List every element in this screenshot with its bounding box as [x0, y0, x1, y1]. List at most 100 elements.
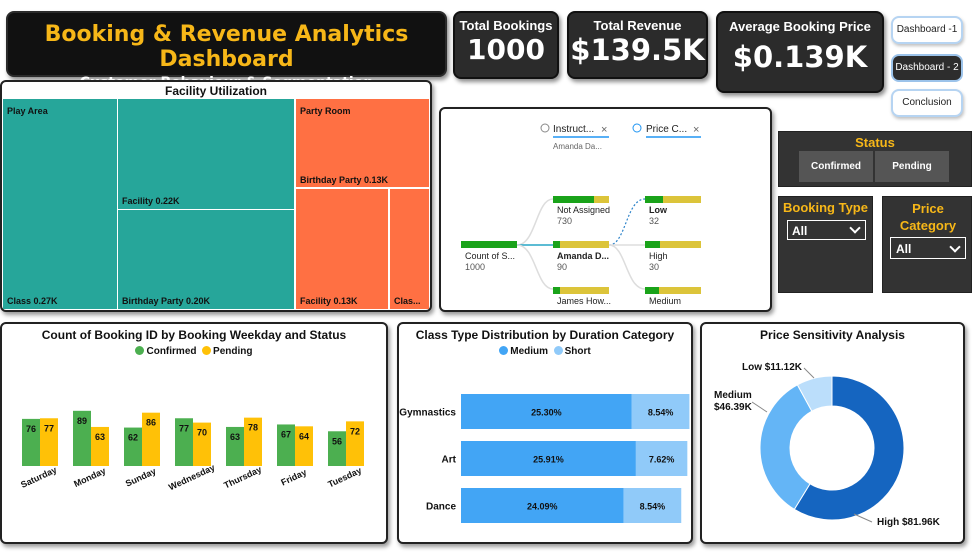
booking-type-dropdown[interactable]: All: [787, 220, 866, 240]
treemap-cell-party-room-class[interactable]: Clas...: [390, 189, 429, 309]
status-option-confirmed[interactable]: Confirmed: [799, 151, 873, 182]
x-tick-label: Tuesday: [326, 465, 363, 489]
bar-value-label: 56: [332, 436, 342, 446]
price-sensitivity-title: Price Sensitivity Analysis: [760, 328, 905, 342]
treemap-cell-play-area-facility[interactable]: Facility 0.22K: [118, 99, 294, 209]
node-bar: [645, 287, 659, 294]
treemap-cell-party-room-facility[interactable]: Facility 0.13K: [296, 189, 388, 309]
bar-value-label: 63: [230, 432, 240, 442]
decomp-node-level1[interactable]: James How...: [553, 287, 611, 306]
slice-label: Medium: [714, 390, 752, 401]
facility-utilization-panel: Facility Utilization Play Area Class 0.2…: [0, 80, 432, 312]
bar-value-label: 70: [197, 428, 207, 438]
treemap-label: Party Room: [300, 106, 351, 116]
class-type-chart-legend: Medium Short: [399, 346, 691, 357]
treemap-label: Facility 0.22K: [122, 196, 180, 206]
kpi-average-price: Average Booking Price $0.139K: [716, 11, 884, 93]
decomp-node-level2[interactable]: Low 32: [645, 196, 701, 226]
legend-label: Short: [564, 346, 591, 357]
decomp-node-level2[interactable]: Medium: [645, 287, 701, 306]
treemap-label: Play Area: [7, 106, 48, 116]
node-label: Not Assigned: [557, 205, 610, 215]
kpi-value: 1000: [467, 33, 545, 66]
node-bar: [553, 287, 560, 294]
node-label: Amanda D...: [557, 251, 609, 261]
node-value: 32: [649, 216, 659, 226]
node-value: 1000: [465, 262, 485, 272]
node-label: High: [649, 251, 668, 261]
leader-line: [751, 401, 768, 413]
treemap-cell-play-area-birthday[interactable]: Birthday Party 0.20K: [118, 210, 294, 309]
bar-value-label: 89: [77, 416, 87, 426]
tree-connector: [516, 244, 554, 290]
x-tick-label: Sunday: [124, 466, 158, 489]
close-icon[interactable]: ×: [693, 124, 699, 136]
node-bar: [645, 241, 660, 248]
decomp-node-level1[interactable]: Not Assigned 730: [553, 196, 610, 226]
treemap-label: Birthday Party 0.13K: [300, 175, 389, 185]
kpi-total-bookings: Total Bookings 1000: [453, 11, 559, 79]
x-tick-label: Monday: [72, 466, 107, 489]
booking-type-slicer: Booking Type All: [778, 196, 873, 293]
legend-label: Confirmed: [146, 346, 197, 357]
x-tick-label: Thursday: [222, 464, 263, 490]
node-bar: [553, 196, 594, 203]
donut-slice-medium[interactable]: [759, 384, 813, 511]
y-tick-label: Gymnastics: [399, 408, 456, 419]
bar-value-label: 7.62%: [649, 455, 675, 465]
legend-dot: [499, 346, 509, 355]
tree-connector: [608, 244, 646, 290]
price-category-slicer-title: Price Category: [899, 201, 957, 233]
bar-value-label: 77: [179, 423, 189, 433]
price-category-dropdown[interactable]: All: [890, 237, 966, 259]
kpi-label: Total Bookings: [459, 18, 553, 33]
treemap-label: Class 0.27K: [7, 296, 58, 306]
decomp-header-title: Price C...: [646, 124, 687, 135]
bar-value-label: 25.91%: [533, 455, 564, 465]
weekday-bar-chart: 76 77 Saturday 89 63 Monday 62 86 Sunday 77 70 Wedn…: [19, 410, 364, 492]
status-option-pending[interactable]: Pending: [875, 151, 949, 182]
dashboard-title: Booking & Revenue Analytics Dashboard: [44, 22, 409, 72]
kpi-total-revenue: Total Revenue $139.5K: [567, 11, 708, 79]
y-tick-label: Art: [442, 455, 457, 466]
decomposition-tree-panel: Instruct... × Amanda Da... Price C... × …: [439, 107, 772, 312]
decomp-header-sub: Amanda Da...: [553, 142, 602, 151]
dashboard-title-box: Booking & Revenue Analytics Dashboard Cu…: [6, 11, 447, 91]
bar-value-label: 62: [128, 433, 138, 443]
bar-value-label: 24.09%: [527, 502, 558, 512]
decomp-header-title: Instruct...: [553, 124, 594, 135]
price-category-slicer: Price Category All: [882, 196, 972, 293]
node-bar-bg: [553, 241, 609, 248]
decomp-header-instructor[interactable]: Instruct... × Amanda Da...: [540, 123, 609, 151]
decomp-node-level2[interactable]: High 30: [645, 241, 701, 272]
nav-dashboard-2-button[interactable]: Dashboard - 2: [891, 54, 963, 82]
nav-dashboard-1-button[interactable]: Dashboard -1: [891, 16, 963, 44]
y-tick-label: Dance: [426, 502, 456, 513]
decomp-node-root[interactable]: Count of S... 1000: [461, 241, 517, 272]
close-icon[interactable]: ×: [601, 124, 607, 136]
nav-conclusion-button[interactable]: Conclusion: [891, 89, 963, 117]
decomp-header-price-category[interactable]: Price C... ×: [632, 123, 701, 138]
node-bar: [461, 241, 517, 248]
node-label: Count of S...: [465, 251, 515, 261]
node-value: 730: [557, 216, 572, 226]
treemap-cell-play-area-class[interactable]: Play Area Class 0.27K: [3, 99, 117, 309]
chevron-down-icon: [949, 241, 961, 253]
slice-label: $46.39K: [714, 402, 753, 413]
facility-utilization-title: Facility Utilization: [164, 84, 267, 98]
slice-label: Low $11.12K: [742, 362, 803, 373]
kpi-label: Total Revenue: [593, 18, 682, 33]
treemap-cell-party-room-birthday[interactable]: Party Room Birthday Party 0.13K: [296, 99, 429, 187]
tree-connector-active: [608, 198, 646, 246]
treemap-label: Facility 0.13K: [300, 296, 358, 306]
bar-value-label: 8.54%: [640, 502, 666, 512]
status-slicer-title: Status: [855, 135, 895, 150]
legend-dot: [202, 346, 212, 355]
node-label: Low: [649, 205, 668, 215]
kpi-value: $139.5K: [570, 33, 705, 67]
bar-value-label: 25.30%: [531, 408, 562, 418]
decomp-node-level1-selected[interactable]: Amanda D... 90: [553, 241, 609, 272]
lightbulb-icon: [632, 123, 642, 133]
node-value: 90: [557, 262, 567, 272]
booking-type-slicer-title: Booking Type: [783, 200, 868, 215]
